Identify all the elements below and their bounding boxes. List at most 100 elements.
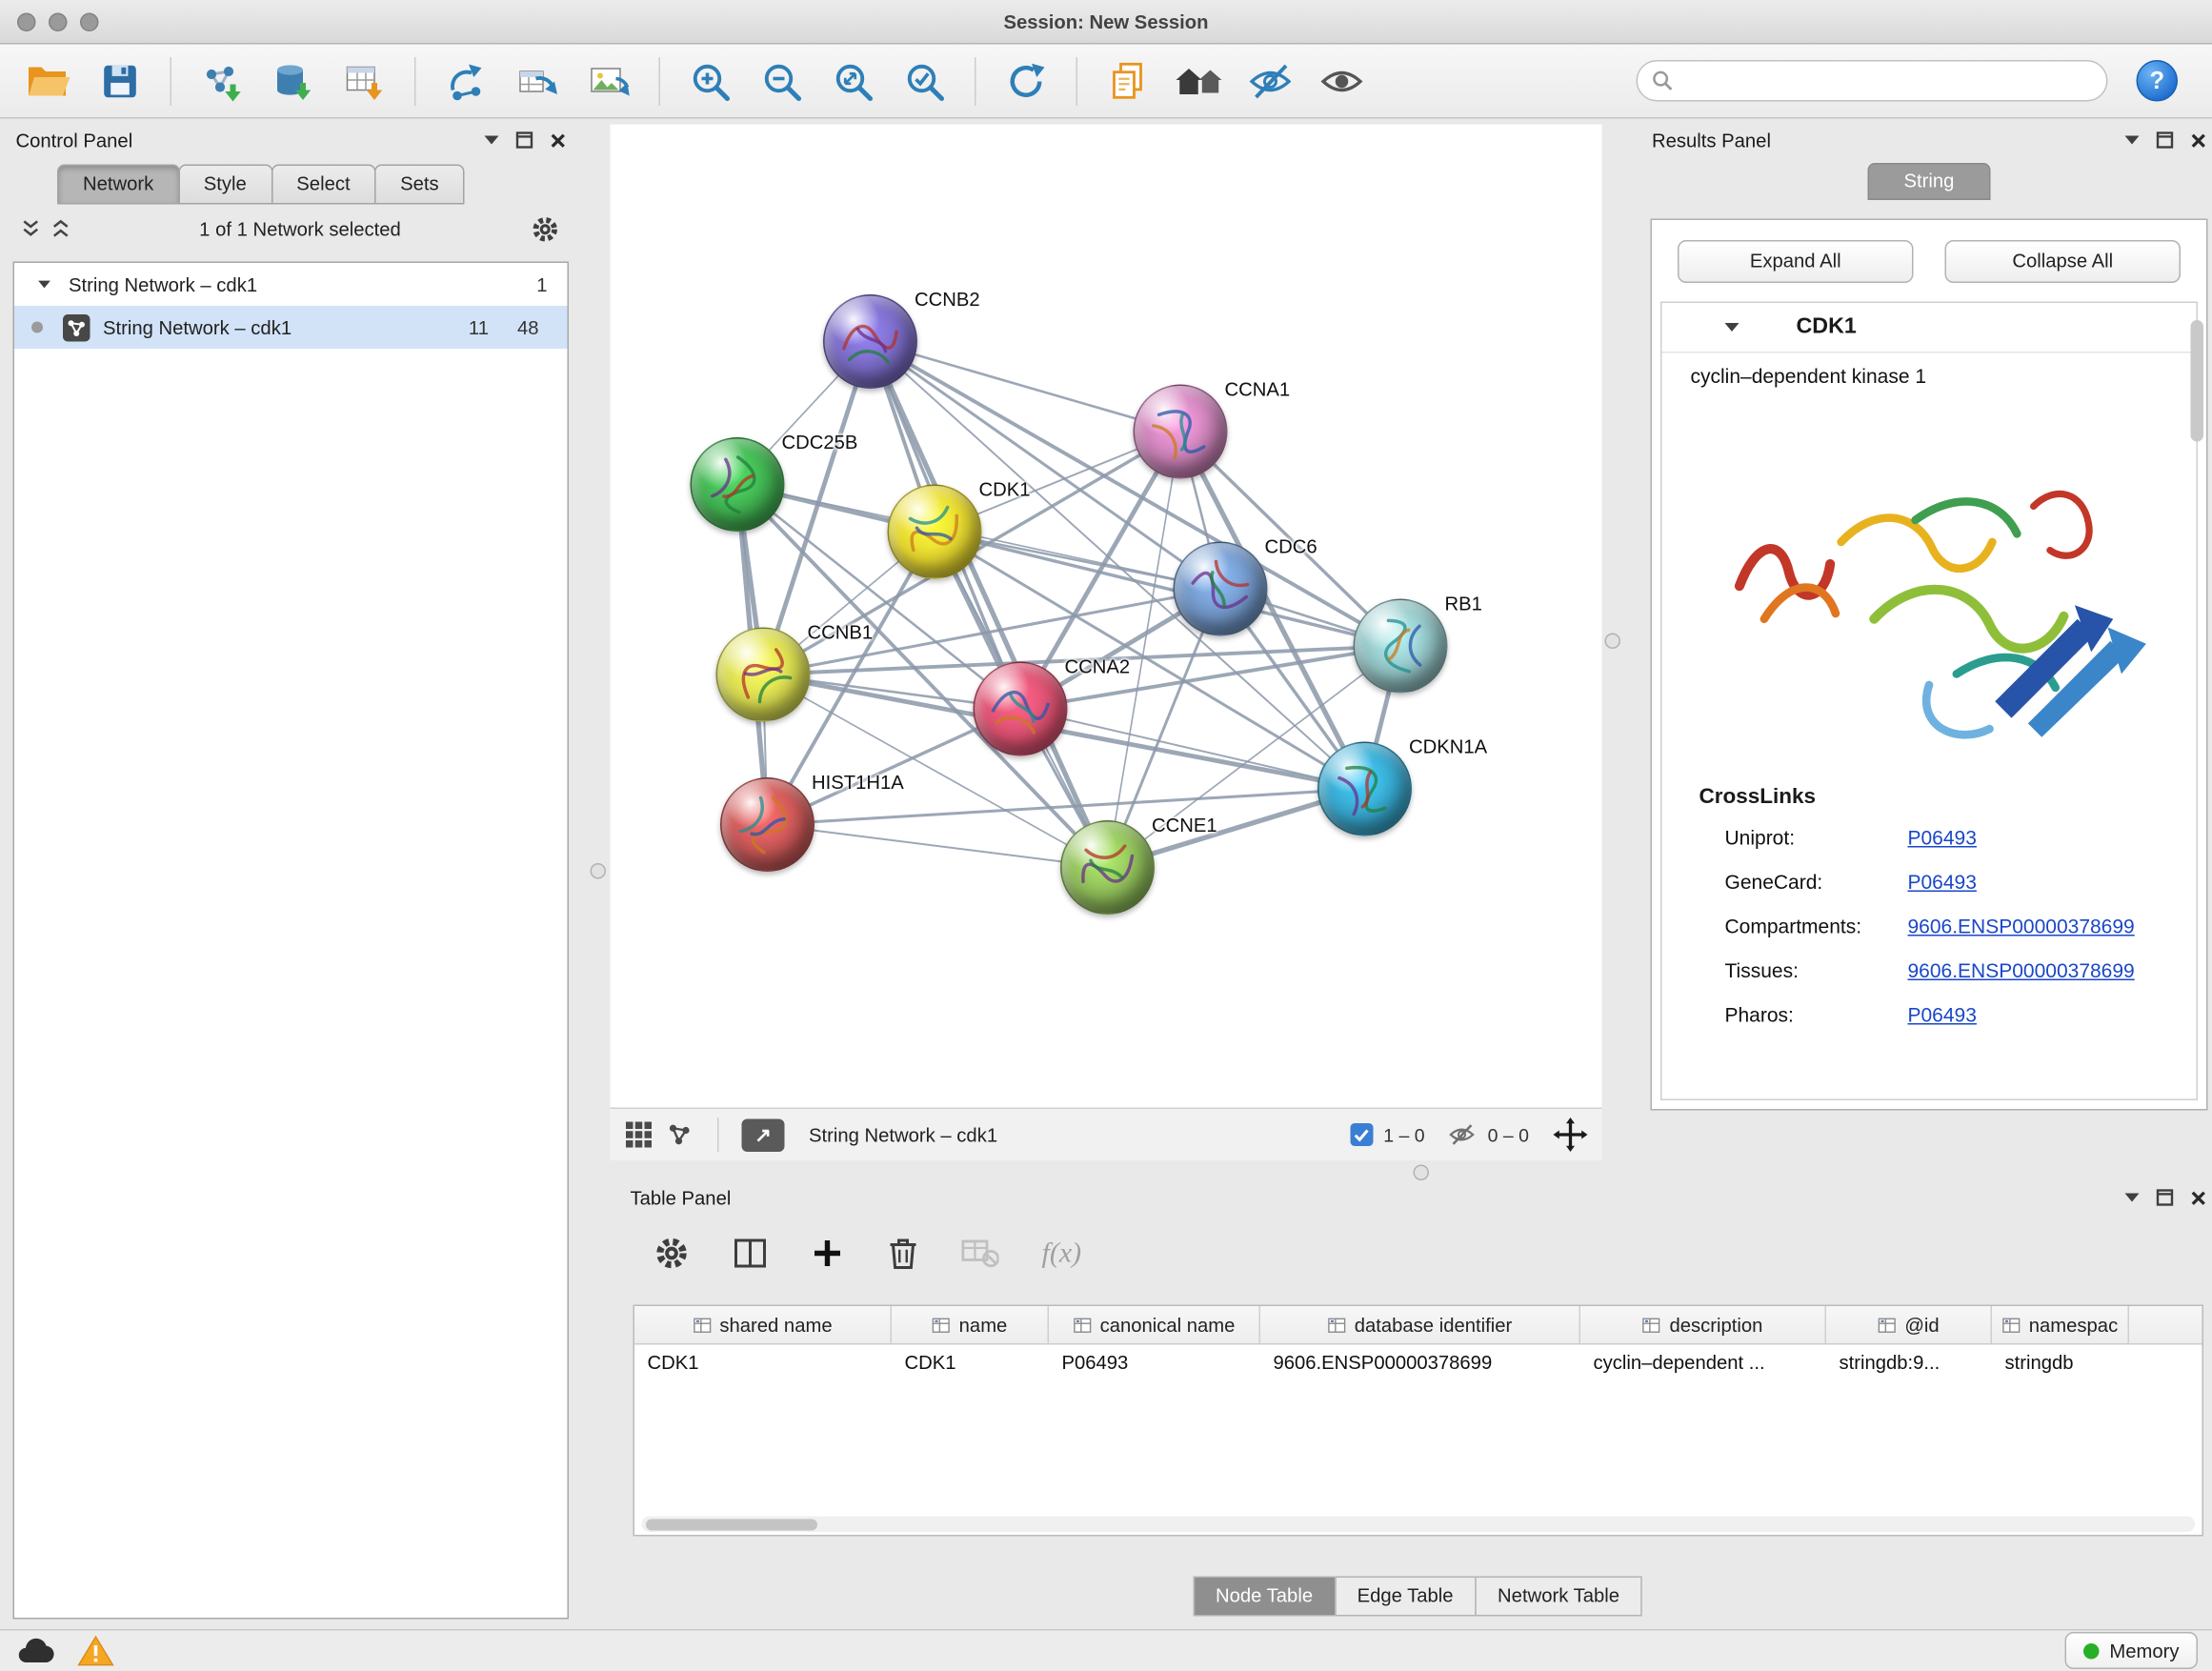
- splitter-handle-bottom[interactable]: [1414, 1165, 1430, 1181]
- collapse-panel-button[interactable]: [2125, 136, 2140, 145]
- selected-checkbox-icon[interactable]: [1351, 1123, 1374, 1146]
- network-node-HIST1H1A[interactable]: [720, 777, 814, 872]
- float-panel-button[interactable]: [2157, 1189, 2174, 1206]
- crosslink-link[interactable]: P06493: [1908, 825, 1977, 848]
- tab-sets[interactable]: Sets: [374, 165, 465, 205]
- crosslink-link[interactable]: P06493: [1908, 870, 1977, 893]
- tab-string[interactable]: String: [1868, 163, 1990, 200]
- table-cell[interactable]: stringdb: [1992, 1352, 2129, 1374]
- network-node-CCNE1[interactable]: [1060, 820, 1155, 915]
- table-row[interactable]: CDK1CDK1P064939606.ENSP00000378699cyclin…: [634, 1345, 2202, 1381]
- column-header-name[interactable]: name: [892, 1306, 1049, 1343]
- network-node-CCNA1[interactable]: [1134, 385, 1228, 479]
- show-columns-icon[interactable]: [734, 1237, 768, 1271]
- detach-view-button[interactable]: ↗: [742, 1118, 785, 1152]
- section-collapse-icon[interactable]: [1725, 323, 1739, 332]
- new-network-button[interactable]: [434, 50, 497, 112]
- tab-edge-table[interactable]: Edge Table: [1335, 1577, 1477, 1617]
- copy-documents-icon: [1108, 59, 1148, 102]
- table-cell[interactable]: CDK1: [892, 1352, 1049, 1374]
- network-node-CDC25B[interactable]: [691, 437, 785, 532]
- open-session-button[interactable]: [17, 50, 80, 112]
- toolbar-separator: [717, 1117, 719, 1152]
- float-panel-button[interactable]: [516, 131, 533, 149]
- close-panel-button[interactable]: [2191, 132, 2207, 149]
- zoom-selected-button[interactable]: [894, 50, 956, 112]
- pan-crosshair-icon[interactable]: [1554, 1117, 1588, 1152]
- search-input[interactable]: [1682, 69, 2093, 93]
- table-cell[interactable]: cyclin–dependent ...: [1580, 1352, 1826, 1374]
- close-panel-button[interactable]: [2191, 1190, 2207, 1206]
- apply-layout-button[interactable]: [995, 50, 1057, 112]
- splitter-handle-left[interactable]: [591, 863, 607, 879]
- tree-expand-icon[interactable]: [38, 281, 50, 289]
- network-node-CDK1[interactable]: [888, 485, 982, 579]
- birdseye-view-icon[interactable]: [666, 1120, 694, 1149]
- close-panel-button[interactable]: [551, 132, 567, 149]
- expand-all-button[interactable]: Expand All: [1678, 240, 1914, 283]
- chevrons-up-icon[interactable]: [51, 219, 70, 239]
- cloud-icon[interactable]: [14, 1634, 57, 1668]
- network-node-CCNA2[interactable]: [974, 662, 1068, 756]
- splitter-handle-right[interactable]: [1605, 634, 1621, 650]
- import-network-file-button[interactable]: [191, 50, 253, 112]
- table-horizontal-scrollbar[interactable]: [642, 1517, 2196, 1533]
- tab-style[interactable]: Style: [178, 165, 272, 205]
- network-node-CDC6[interactable]: [1174, 542, 1268, 636]
- column-header-database-identifier[interactable]: database identifier: [1260, 1306, 1580, 1343]
- table-cell[interactable]: P06493: [1049, 1352, 1260, 1374]
- collapse-panel-button[interactable]: [485, 136, 499, 145]
- grid-view-icon[interactable]: [625, 1120, 654, 1149]
- table-cell[interactable]: 9606.ENSP00000378699: [1260, 1352, 1580, 1374]
- network-canvas[interactable]: CCNB2CCNA1CDC25BCDK1CDC6RB1CCNB1CCNA2CDK…: [611, 125, 1602, 1108]
- crosslink-link[interactable]: 9606.ENSP00000378699: [1908, 914, 2135, 936]
- network-node-RB1[interactable]: [1354, 599, 1448, 694]
- scrollbar-thumb[interactable]: [646, 1519, 817, 1530]
- hidden-eye-slash-icon[interactable]: [1446, 1122, 1478, 1148]
- crosslink-link[interactable]: P06493: [1908, 1002, 1977, 1025]
- warning-icon[interactable]: [77, 1634, 114, 1667]
- float-panel-button[interactable]: [2157, 131, 2174, 149]
- show-selection-button[interactable]: [1311, 50, 1374, 112]
- chevrons-down-icon[interactable]: [22, 219, 41, 239]
- protein-section-header[interactable]: CDK1: [1662, 303, 2197, 353]
- import-network-database-button[interactable]: [262, 50, 325, 112]
- copy-document-button[interactable]: [1096, 50, 1159, 112]
- tab-select[interactable]: Select: [271, 165, 375, 205]
- import-table-file-button[interactable]: [333, 50, 396, 112]
- function-builder-button[interactable]: f(x): [1042, 1237, 1082, 1270]
- crosslink-link[interactable]: 9606.ENSP00000378699: [1908, 958, 2135, 981]
- delete-column-trash-icon[interactable]: [888, 1237, 919, 1271]
- tab-node-table[interactable]: Node Table: [1193, 1577, 1336, 1617]
- column-header-shared-name[interactable]: shared name: [634, 1306, 892, 1343]
- tab-network-table[interactable]: Network Table: [1475, 1577, 1642, 1617]
- zoom-out-button[interactable]: [751, 50, 814, 112]
- network-from-table-button[interactable]: [506, 50, 569, 112]
- collapse-all-button[interactable]: Collapse All: [1945, 240, 2182, 283]
- collapse-panel-button[interactable]: [2125, 1194, 2140, 1202]
- help-button[interactable]: ?: [2137, 60, 2179, 102]
- memory-button[interactable]: Memory: [2065, 1632, 2198, 1669]
- zoom-in-button[interactable]: [679, 50, 742, 112]
- zoom-fit-button[interactable]: [822, 50, 885, 112]
- add-column-plus-icon[interactable]: [811, 1237, 845, 1271]
- home-view-button[interactable]: [1168, 50, 1231, 112]
- column-header--id[interactable]: @id: [1826, 1306, 1992, 1343]
- column-header-canonical-name[interactable]: canonical name: [1049, 1306, 1260, 1343]
- column-header-namespac[interactable]: namespac: [1992, 1306, 2129, 1343]
- network-node-CCNB2[interactable]: [823, 294, 917, 389]
- results-scrollbar-thumb[interactable]: [2191, 320, 2204, 442]
- network-collection-row[interactable]: String Network – cdk1 1: [14, 263, 568, 306]
- gear-icon[interactable]: [531, 213, 561, 244]
- tab-network[interactable]: Network: [57, 165, 179, 205]
- table-cell[interactable]: stringdb:9...: [1826, 1352, 1992, 1374]
- network-node-CCNB1[interactable]: [716, 628, 811, 722]
- column-header-description[interactable]: description: [1580, 1306, 1826, 1343]
- network-row-selected[interactable]: String Network – cdk1 11 48: [14, 306, 568, 349]
- table-settings-gear-icon[interactable]: [654, 1235, 691, 1272]
- export-image-button[interactable]: [577, 50, 640, 112]
- network-node-CDKN1A[interactable]: [1317, 742, 1412, 836]
- save-session-button[interactable]: [89, 50, 151, 112]
- table-cell[interactable]: CDK1: [634, 1352, 892, 1374]
- hide-selection-button[interactable]: [1239, 50, 1302, 112]
